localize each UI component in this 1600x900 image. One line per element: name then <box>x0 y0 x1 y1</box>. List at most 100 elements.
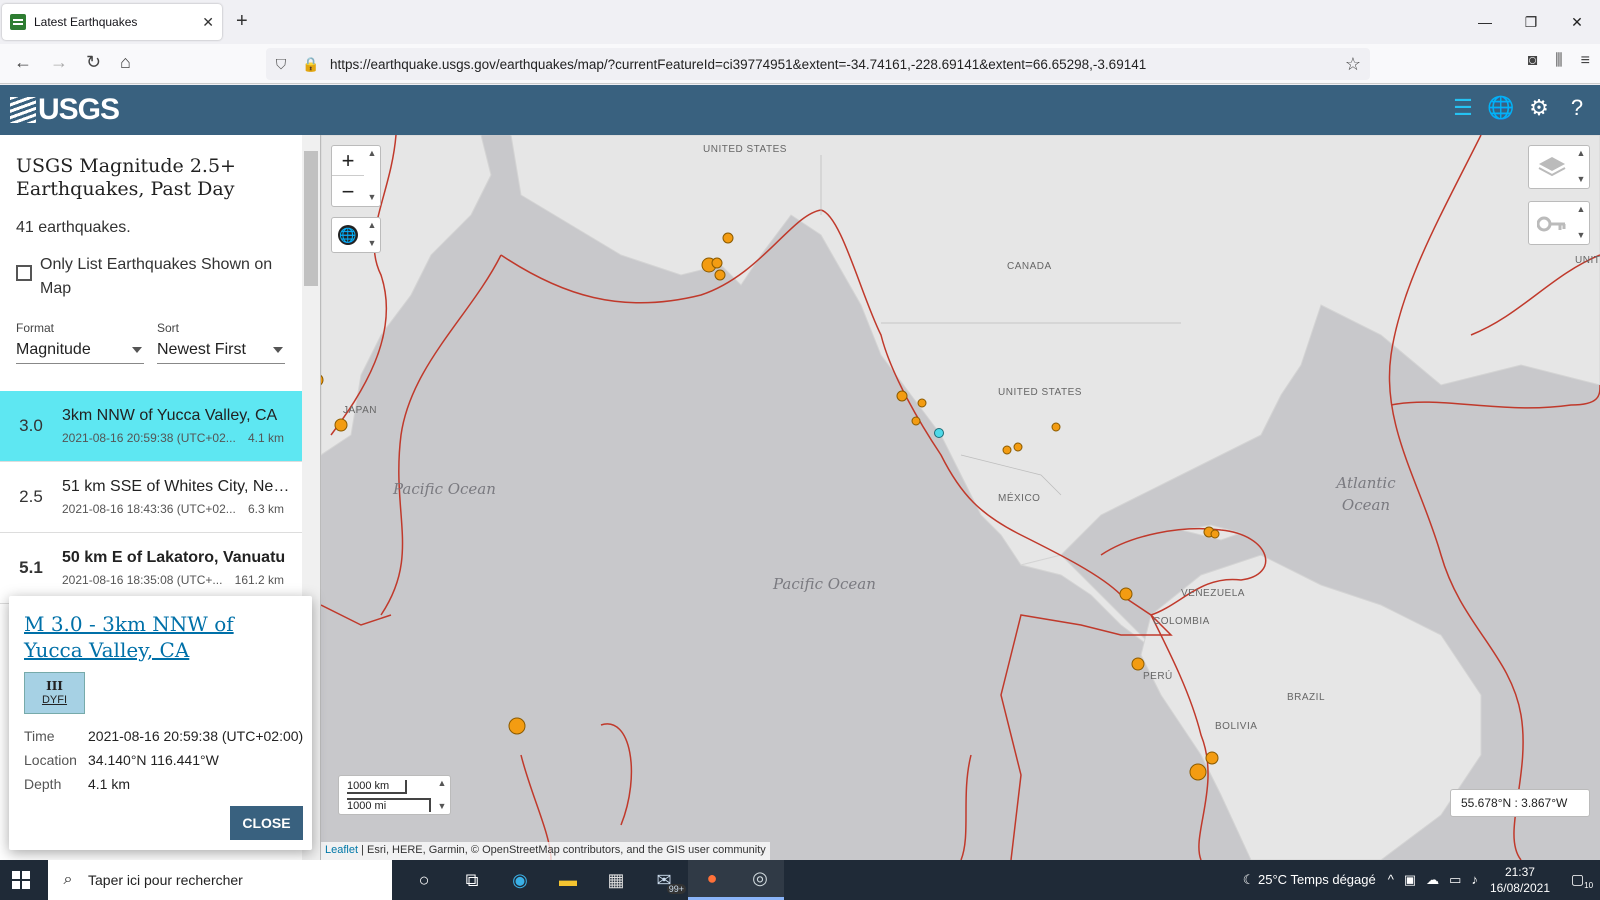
only-on-map-checkbox[interactable]: Only List Earthquakes Shown on Map <box>16 253 296 301</box>
basemap-layers-button[interactable]: ▲ ▼ <box>1528 145 1590 189</box>
checkbox-box[interactable] <box>16 265 32 281</box>
zoom-in-button[interactable]: + <box>332 146 364 176</box>
map-label-mexico: MÉXICO <box>998 493 1041 504</box>
quake-marker <box>508 717 526 735</box>
map-label-united-states: UNITED STATES <box>998 387 1082 398</box>
time-value: 2021-08-16 20:59:38 (UTC+02:00) <box>88 728 304 744</box>
library-icon[interactable]: ⫼ <box>1555 52 1562 70</box>
quake-marker <box>722 232 734 244</box>
device-icon[interactable]: ▣ <box>1404 872 1416 888</box>
close-window-button[interactable]: ✕ <box>1554 0 1600 44</box>
volume-icon[interactable]: ♪ <box>1471 872 1478 888</box>
quake-marker <box>711 257 723 269</box>
new-tab-button[interactable]: + <box>236 10 248 33</box>
reload-icon[interactable]: ↻ <box>86 52 101 73</box>
scrollbar-thumb[interactable] <box>304 151 318 286</box>
lock-icon[interactable]: 🔒 <box>296 56 326 73</box>
chevron-up-icon[interactable]: ▲ <box>366 148 378 158</box>
chevron-down-icon[interactable]: ▼ <box>366 238 378 248</box>
edge-icon[interactable]: ◉ <box>496 860 544 900</box>
home-icon[interactable]: ⌂ <box>120 52 131 73</box>
dyfi-intensity: III <box>46 679 63 693</box>
quake-marker <box>1119 587 1133 601</box>
key-icon <box>1537 216 1566 232</box>
popup-title-link[interactable]: M 3.0 - 3km NNW of Yucca Valley, CA <box>24 611 294 663</box>
format-value[interactable]: Magnitude <box>16 341 144 364</box>
list-icon[interactable]: ☰ <box>1450 95 1476 121</box>
place: 51 km SSE of Whites City, New Mexico <box>62 478 292 495</box>
windows-start-icon[interactable] <box>12 871 30 889</box>
url-text[interactable]: https://earthquake.usgs.gov/earthquakes/… <box>326 57 1336 72</box>
chevron-down-icon[interactable]: ▼ <box>436 801 448 811</box>
task-view-icon[interactable]: ⧉ <box>448 860 496 900</box>
legend-key-button[interactable]: ▲ ▼ <box>1528 201 1590 245</box>
checkbox-label: Only List Earthquakes Shown on Map <box>40 256 273 297</box>
chevron-up-icon[interactable]: ▲ <box>1575 148 1587 158</box>
taskbar-search[interactable]: ⌕ Taper ici pour rechercher <box>48 860 392 900</box>
scale-bar: 1000 km 1000 mi ▲ ▼ <box>338 775 451 815</box>
weather-widget[interactable]: ☾ 25°C Temps dégagé <box>1243 872 1376 888</box>
depth-label: Depth <box>24 776 62 792</box>
firefox-icon[interactable]: ● <box>688 860 736 900</box>
list-item[interactable]: 2.5 51 km SSE of Whites City, New Mexico… <box>0 462 303 533</box>
minimize-button[interactable]: — <box>1462 0 1508 44</box>
sort-value[interactable]: Newest First <box>157 341 285 364</box>
chevron-up-icon[interactable]: ▲ <box>436 778 448 788</box>
map-label-venezuela: VENEZUELA <box>1181 588 1245 599</box>
list-item[interactable]: 3.0 3km NNW of Yucca Valley, CA 2021-08-… <box>0 391 303 462</box>
quake-marker <box>1002 445 1012 455</box>
notification-icon[interactable]: ▢10 <box>1564 871 1600 890</box>
pocket-icon[interactable]: ◙ <box>1528 52 1538 70</box>
quake-marker <box>917 398 927 408</box>
format-select[interactable]: Format Magnitude <box>16 321 144 364</box>
world-view-button[interactable]: 🌐 ▲ ▼ <box>331 217 381 253</box>
search-placeholder: Taper ici pour rechercher <box>88 872 243 888</box>
network-icon[interactable]: ▭ <box>1449 872 1461 888</box>
time: 2021-08-16 18:43:36 (UTC+02... <box>62 502 236 516</box>
usgs-wave-icon <box>10 97 36 123</box>
map-view[interactable]: UNITED STATES CANADA UNITED STATES MÉXIC… <box>321 135 1600 860</box>
back-arrow-icon[interactable]: ← <box>14 52 32 73</box>
shield-icon[interactable]: ⛉ <box>266 56 296 73</box>
quake-marker <box>911 416 921 426</box>
map-label-atlantic-ocean: Atlantic Ocean <box>1336 474 1396 514</box>
chevron-up-icon[interactable]: ▲ <box>366 220 378 230</box>
chevron-down-icon[interactable]: ▼ <box>366 192 378 202</box>
chevron-down-icon <box>132 347 142 353</box>
chevron-down-icon[interactable]: ▼ <box>1575 174 1587 184</box>
list-item[interactable]: 5.1 50 km E of Lakatoro, Vanuatu 2021-08… <box>0 533 303 604</box>
gear-icon[interactable]: ⚙ <box>1526 95 1552 121</box>
dyfi-badge[interactable]: III DYFI <box>24 672 85 714</box>
zoom-out-button[interactable]: − <box>332 177 364 207</box>
central-america-land <box>1020 554 1162 656</box>
mail-icon[interactable]: ✉ 99+ <box>640 860 688 900</box>
usgs-logo[interactable]: USGS <box>10 93 120 127</box>
sort-select[interactable]: Sort Newest First <box>157 321 285 364</box>
menu-icon[interactable]: ≡ <box>1581 52 1590 70</box>
file-explorer-icon[interactable]: ▬ <box>544 860 592 900</box>
restore-button[interactable]: ❐ <box>1508 0 1554 44</box>
chevron-down-icon[interactable]: ▼ <box>1575 230 1587 240</box>
steam-icon[interactable]: ◎ <box>736 860 784 900</box>
browser-tabbar: Latest Earthquakes ✕ + — ❐ ✕ <box>0 0 1600 44</box>
plate-boundary <box>600 723 633 826</box>
address-bar[interactable]: ⛉ 🔒 https://earthquake.usgs.gov/earthqua… <box>266 48 1370 80</box>
browser-tab[interactable]: Latest Earthquakes ✕ <box>2 4 222 40</box>
clock[interactable]: 21:37 16/08/2021 <box>1490 864 1550 896</box>
plate-boundary <box>321 604 392 626</box>
cortana-icon[interactable]: ○ <box>400 860 448 900</box>
chevron-up-icon[interactable]: ▲ <box>1575 204 1587 214</box>
coordinates-text: 55.678°N : 3.867°W <box>1461 796 1568 810</box>
tab-close-icon[interactable]: ✕ <box>202 14 214 31</box>
depth: 6.3 km <box>247 502 284 516</box>
store-icon[interactable]: ▦ <box>592 860 640 900</box>
forward-arrow-icon[interactable]: → <box>50 52 68 73</box>
leaflet-link[interactable]: Leaflet <box>325 844 358 856</box>
earthquake-popup: M 3.0 - 3km NNW of Yucca Valley, CA III … <box>9 596 312 850</box>
onedrive-icon[interactable]: ☁ <box>1426 872 1439 888</box>
help-icon[interactable]: ? <box>1564 95 1590 121</box>
bookmark-star-icon[interactable]: ☆ <box>1336 54 1370 75</box>
globe-icon[interactable]: 🌐 <box>1487 95 1514 121</box>
close-button[interactable]: CLOSE <box>230 806 303 840</box>
chevron-up-icon[interactable]: ^ <box>1388 872 1394 888</box>
